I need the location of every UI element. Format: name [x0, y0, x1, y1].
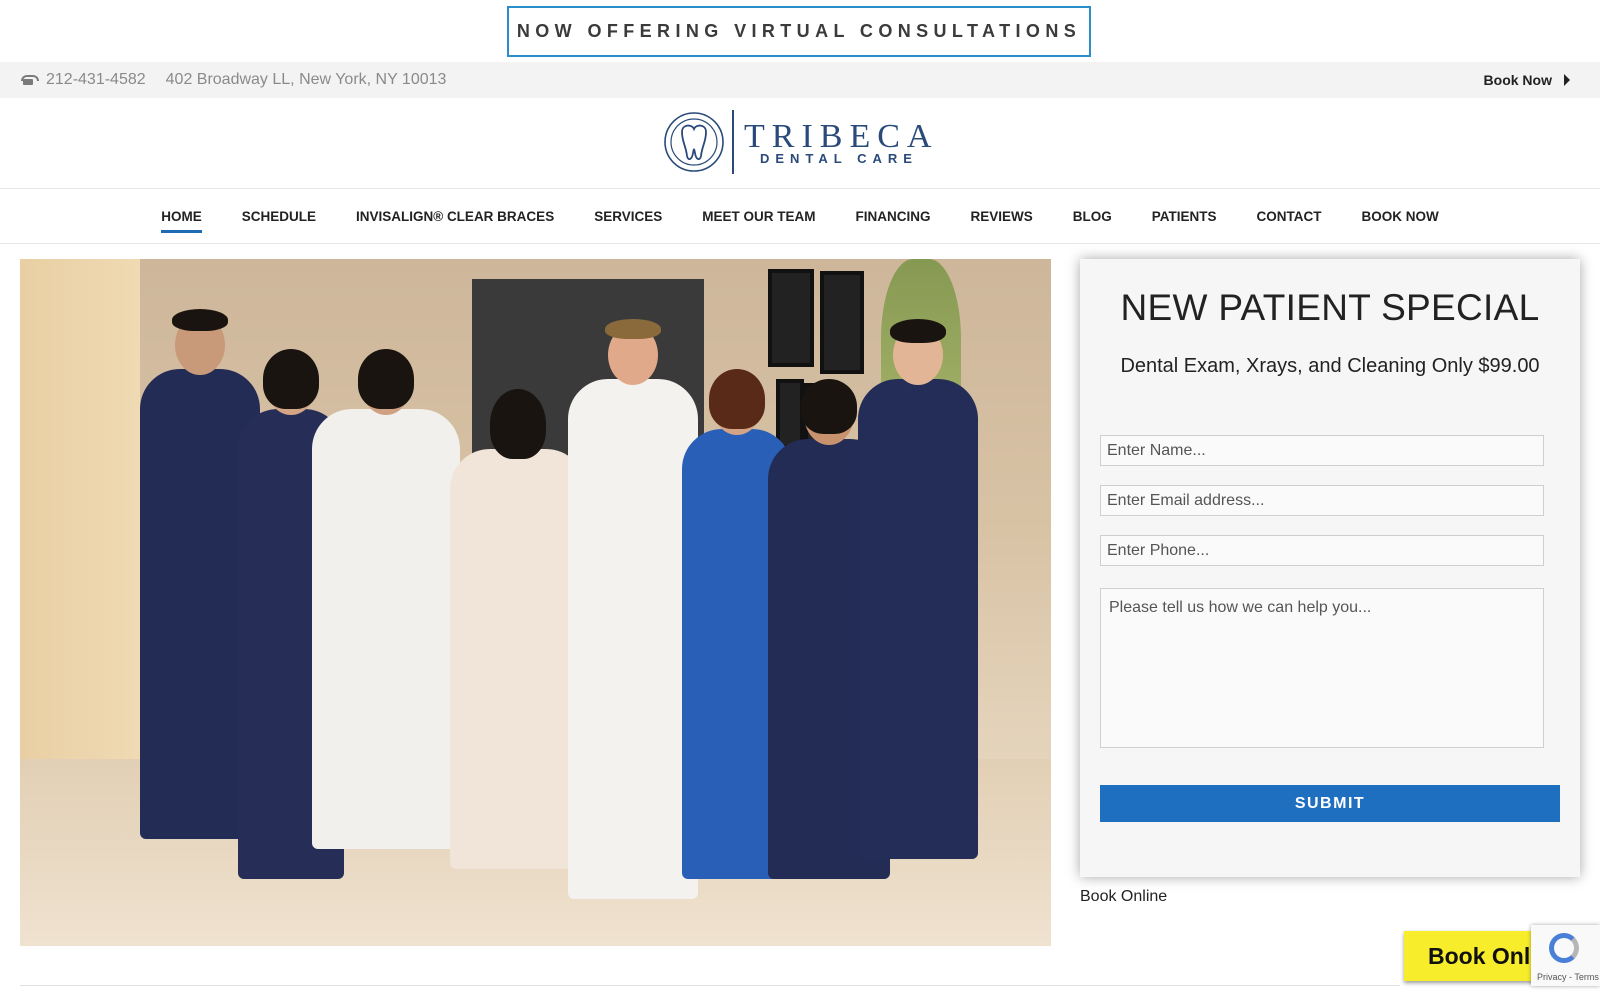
caret-right-icon — [1564, 74, 1570, 86]
form-heading: NEW PATIENT SPECIAL — [1120, 287, 1540, 328]
book-now-link[interactable]: Book Now — [1484, 62, 1570, 98]
phone-input[interactable] — [1100, 535, 1544, 566]
team-photo — [20, 259, 1051, 946]
email-input[interactable] — [1100, 485, 1544, 516]
submit-button[interactable]: SUBMIT — [1100, 785, 1560, 822]
info-bar: 212-431-4582 402 Broadway LL, New York, … — [0, 62, 1600, 98]
nav-item-patients[interactable]: PATIENTS — [1152, 209, 1217, 224]
logo-subtitle: DENTAL CARE — [760, 151, 918, 166]
book-online-link[interactable]: Book Online — [1080, 888, 1167, 906]
team-member — [312, 349, 460, 849]
book-now-label: Book Now — [1483, 72, 1552, 88]
address-text: 402 Broadway LL, New York, NY 10013 — [165, 71, 447, 88]
nav-item-blog[interactable]: BLOG — [1073, 209, 1112, 224]
form-subheading: Dental Exam, Xrays, and Cleaning Only $9… — [1120, 355, 1540, 377]
phone-icon — [20, 73, 39, 87]
site-logo[interactable]: TRIBECA DENTAL CARE — [662, 108, 938, 178]
nav-item-services[interactable]: SERVICES — [594, 209, 662, 224]
photo-frame — [768, 269, 814, 367]
nav-item-contact[interactable]: CONTACT — [1257, 209, 1322, 224]
name-input[interactable] — [1100, 435, 1544, 466]
main-nav: HOME SCHEDULE INVISALIGN® CLEAR BRACES S… — [0, 189, 1600, 243]
recaptcha-badge[interactable]: Privacy - Terms — [1531, 925, 1600, 986]
footer-divider — [20, 985, 1400, 986]
logo-divider — [732, 110, 734, 174]
team-member — [450, 389, 586, 869]
team-member — [858, 319, 978, 859]
photo-frame — [820, 271, 864, 374]
phone-number-link[interactable]: 212-431-4582 — [46, 71, 146, 89]
nav-item-home[interactable]: HOME — [161, 209, 202, 233]
recaptcha-legal[interactable]: Privacy - Terms — [1537, 972, 1599, 982]
recaptcha-icon — [1549, 933, 1579, 963]
nav-item-schedule[interactable]: SCHEDULE — [242, 209, 316, 224]
nav-item-book-now[interactable]: BOOK NOW — [1362, 209, 1439, 224]
new-patient-form: NEW PATIENT SPECIAL Dental Exam, Xrays, … — [1080, 259, 1580, 877]
nav-bottom-divider — [0, 243, 1600, 244]
tooth-logo-icon — [664, 112, 724, 172]
nav-item-financing[interactable]: FINANCING — [855, 209, 930, 224]
nav-item-reviews[interactable]: REVIEWS — [970, 209, 1032, 224]
photo-frame — [776, 379, 804, 449]
team-member — [568, 319, 698, 899]
nav-item-invisalign[interactable]: INVISALIGN® CLEAR BRACES — [356, 209, 554, 224]
message-textarea[interactable] — [1100, 588, 1544, 748]
nav-item-meet-our-team[interactable]: MEET OUR TEAM — [702, 209, 815, 224]
announcement-text: NOW OFFERING VIRTUAL CONSULTATIONS — [516, 21, 1082, 41]
announcement-banner: NOW OFFERING VIRTUAL CONSULTATIONS — [507, 6, 1091, 57]
